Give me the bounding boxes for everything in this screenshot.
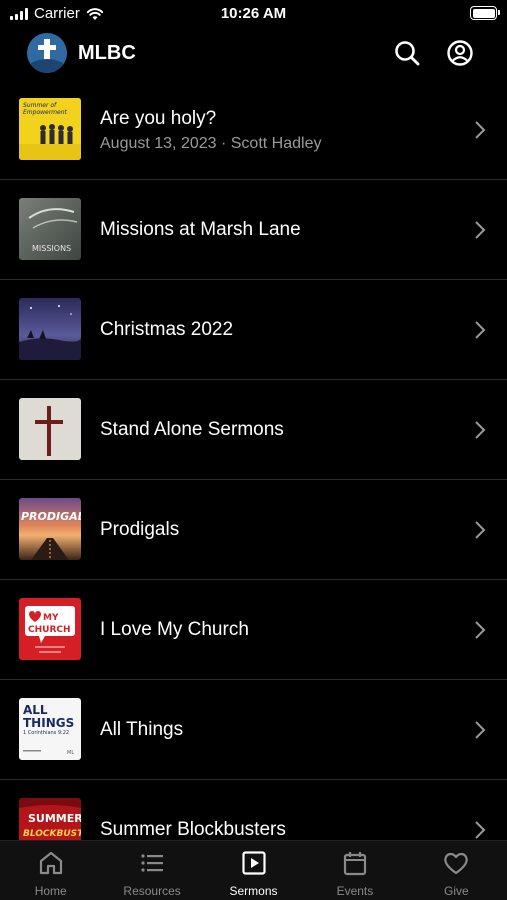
missions-thumbnail: MISSIONS <box>19 198 81 260</box>
chevron-right-icon <box>475 321 486 339</box>
sermon-title: Missions at Marsh Lane <box>100 219 301 240</box>
sermon-row[interactable]: MISSIONS Missions at Marsh Lane <box>0 180 507 280</box>
svg-text:BLOCKBUSTERS: BLOCKBUSTERS <box>23 829 81 839</box>
tab-label: Give <box>443 884 469 898</box>
sermon-title: Summer Blockbusters <box>100 819 286 840</box>
svg-text:Empowerment: Empowerment <box>23 109 68 116</box>
search-icon[interactable] <box>393 39 421 67</box>
chevron-right-icon <box>475 721 486 739</box>
row-text: Prodigals <box>100 480 447 580</box>
sermon-title: Stand Alone Sermons <box>100 419 284 440</box>
christmas-thumbnail <box>19 298 81 360</box>
row-text: I Love My Church <box>100 580 447 680</box>
row-text: Summer Blockbusters <box>100 780 447 840</box>
home-icon <box>39 851 62 875</box>
tab-events[interactable]: Events <box>304 841 405 900</box>
svg-text:CHURCH: CHURCH <box>28 625 71 635</box>
tab-home[interactable]: Home <box>0 841 101 900</box>
row-text: Are you holy? August 13, 2023 · Scott Ha… <box>100 80 447 180</box>
app-title: MLBC <box>78 42 136 64</box>
chevron-right-icon <box>475 121 486 139</box>
svg-text:ALL: ALL <box>23 703 48 717</box>
prodigals-thumbnail: PRODIGAL <box>19 498 81 560</box>
tab-label: Events <box>336 884 374 898</box>
row-text: Missions at Marsh Lane <box>100 180 447 280</box>
sermon-row[interactable]: Stand Alone Sermons <box>0 380 507 480</box>
heart-icon <box>444 852 469 875</box>
sermon-row[interactable]: SUMMER BLOCKBUSTERS Summer Blockbusters <box>0 780 507 840</box>
svg-text:MISSIONS: MISSIONS <box>32 244 71 253</box>
tab-label: Sermons <box>229 884 278 898</box>
list-icon <box>141 854 164 872</box>
sermon-title: Prodigals <box>100 519 180 540</box>
account-icon[interactable] <box>446 39 474 67</box>
svg-text:PRODIGAL: PRODIGAL <box>21 510 81 523</box>
svg-text:SUMMER: SUMMER <box>28 812 81 825</box>
church-logo-icon[interactable] <box>27 33 67 73</box>
chevron-right-icon <box>475 821 486 839</box>
sermon-row[interactable]: MY CHURCH I Love My Church <box>0 580 507 680</box>
sermon-row[interactable]: PRODIGAL Prodigals <box>0 480 507 580</box>
all-things-thumbnail: ALL THINGS 1 Corinthians 9:22 ML <box>19 698 81 760</box>
sermon-subtitle: August 13, 2023 · Scott Hadley <box>100 134 322 152</box>
summer-blockbusters-thumbnail: SUMMER BLOCKBUSTERS <box>19 798 81 840</box>
row-text: Stand Alone Sermons <box>100 380 447 480</box>
sermon-row[interactable]: Christmas 2022 <box>0 280 507 380</box>
chevron-right-icon <box>475 621 486 639</box>
sermon-row[interactable]: ALL THINGS 1 Corinthians 9:22 ML All Thi… <box>0 680 507 780</box>
sermon-title: Christmas 2022 <box>100 319 234 340</box>
row-text: Christmas 2022 <box>100 280 447 380</box>
sermon-title: Are you holy? <box>100 107 217 129</box>
battery-icon <box>470 6 500 20</box>
svg-text:1 Corinthians 9:22: 1 Corinthians 9:22 <box>23 730 69 736</box>
chevron-right-icon <box>475 521 486 539</box>
sermon-title: All Things <box>100 719 184 740</box>
sermon-title: I Love My Church <box>100 619 249 640</box>
i-love-my-church-thumbnail: MY CHURCH <box>19 598 81 660</box>
tab-sermons[interactable]: Sermons <box>203 841 304 900</box>
chevron-right-icon <box>475 421 486 439</box>
status-time: 10:26 AM <box>220 5 287 22</box>
sermon-list: Summer of Empowerment Are you holy? Augu… <box>0 80 507 840</box>
tab-label: Resources <box>123 884 181 898</box>
app-header: MLBC <box>0 30 507 76</box>
tab-resources[interactable]: Resources <box>101 841 202 900</box>
svg-text:THINGS: THINGS <box>23 716 74 730</box>
svg-text:MY: MY <box>43 613 59 623</box>
chevron-right-icon <box>475 221 486 239</box>
sermon-row[interactable]: Summer of Empowerment Are you holy? Augu… <box>0 80 507 180</box>
tab-give[interactable]: Give <box>406 841 507 900</box>
svg-text:Summer of: Summer of <box>23 102 57 109</box>
cross-thumbnail <box>19 398 81 460</box>
tab-bar: Home Resources Sermons Events Give <box>0 840 507 900</box>
status-bar: Carrier 10:26 AM <box>0 0 507 28</box>
summer-of-empowerment-thumbnail: Summer of Empowerment <box>19 98 81 160</box>
svg-text:ML: ML <box>67 750 74 756</box>
tab-label: Home <box>34 884 67 898</box>
row-text: All Things <box>100 680 447 780</box>
calendar-icon <box>343 852 367 876</box>
play-icon <box>241 851 266 875</box>
